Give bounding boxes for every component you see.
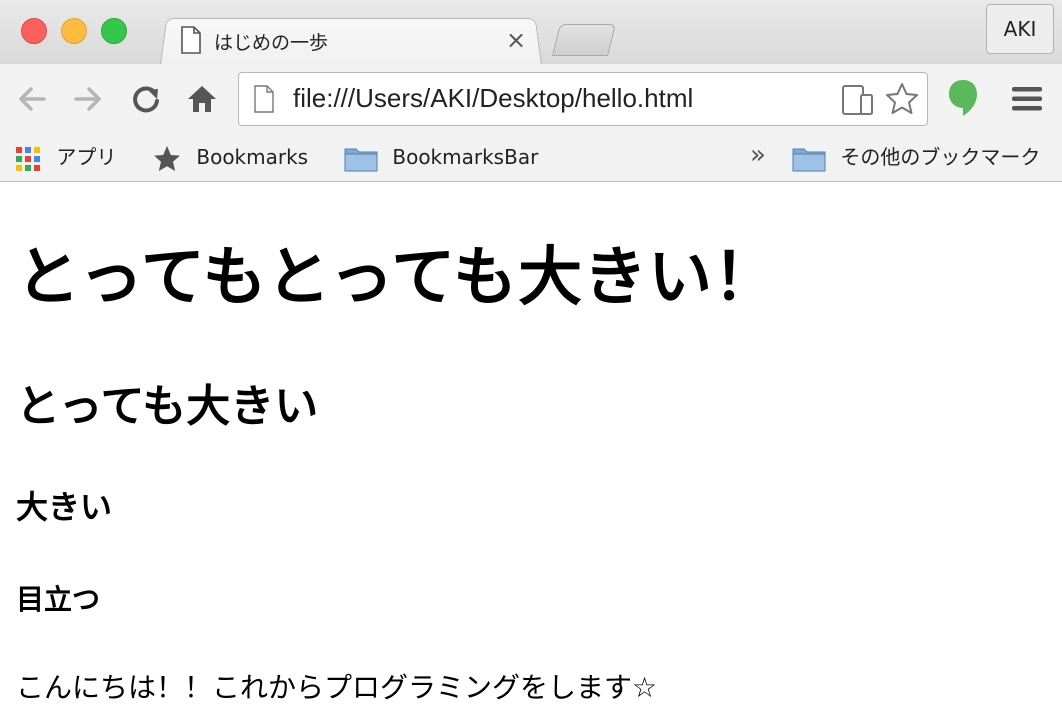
url-text[interactable]: file:///Users/AKI/Desktop/hello.html — [293, 83, 693, 114]
apps-grid-icon — [14, 145, 48, 171]
bookmarks-bar: アプリ Bookmarks BookmarksBar » その他のブックマーク — [0, 134, 1062, 182]
active-tab-content[interactable]: はじめの一歩 × — [176, 24, 536, 56]
bookmark-label: Bookmarks — [196, 145, 309, 169]
heading-1: とってもとっても大きい！ — [16, 241, 779, 315]
bookmark-bookmarksbar[interactable]: BookmarksBar — [344, 140, 538, 174]
bookmark-label: BookmarksBar — [392, 145, 539, 169]
tab-title: はじめの一歩 — [214, 32, 329, 54]
device-mode-icon[interactable] — [841, 83, 875, 121]
toolbar: file:///Users/AKI/Desktop/hello.html — [0, 64, 1062, 134]
heading-2: とっても大きい — [16, 381, 319, 432]
page-icon — [253, 85, 275, 117]
bookmark-other[interactable]: その他のブックマーク — [792, 140, 1040, 174]
bookmarks-overflow-icon[interactable]: » — [750, 138, 766, 172]
hangouts-extension-icon[interactable] — [946, 78, 980, 122]
paragraph: こんにちは！！これからプログラミングをします☆ — [16, 671, 658, 704]
forward-arrow-icon[interactable] — [70, 81, 106, 117]
close-window-button[interactable] — [21, 18, 47, 44]
folder-icon — [344, 145, 384, 171]
hamburger-menu-icon[interactable] — [1010, 84, 1044, 118]
tab-close-icon[interactable]: × — [506, 24, 526, 56]
address-bar[interactable]: file:///Users/AKI/Desktop/hello.html — [238, 72, 928, 126]
reload-icon[interactable] — [128, 81, 164, 117]
back-arrow-icon[interactable] — [14, 81, 50, 117]
home-icon[interactable] — [184, 81, 220, 117]
bookmark-label: アプリ — [56, 145, 117, 169]
zoom-window-button[interactable] — [101, 18, 127, 44]
bookmark-star-icon[interactable] — [884, 81, 920, 121]
new-tab-button[interactable] — [552, 24, 616, 56]
star-icon — [152, 145, 188, 171]
bookmark-bookmarks[interactable]: Bookmarks — [152, 140, 308, 174]
minimize-window-button[interactable] — [61, 18, 87, 44]
heading-3: 大きい — [16, 488, 113, 526]
bookmark-label: その他のブックマーク — [840, 145, 1041, 169]
page-icon — [180, 26, 202, 58]
folder-icon — [792, 145, 832, 171]
bookmark-apps[interactable]: アプリ — [14, 140, 116, 174]
profile-button[interactable]: AKI — [986, 4, 1054, 54]
title-bar: はじめの一歩 × AKI — [0, 0, 1062, 65]
page-content: とってもとっても大きい！ とっても大きい 大きい 目立つ こんにちは！！これから… — [0, 182, 1062, 720]
heading-4: 目立つ — [16, 583, 101, 616]
